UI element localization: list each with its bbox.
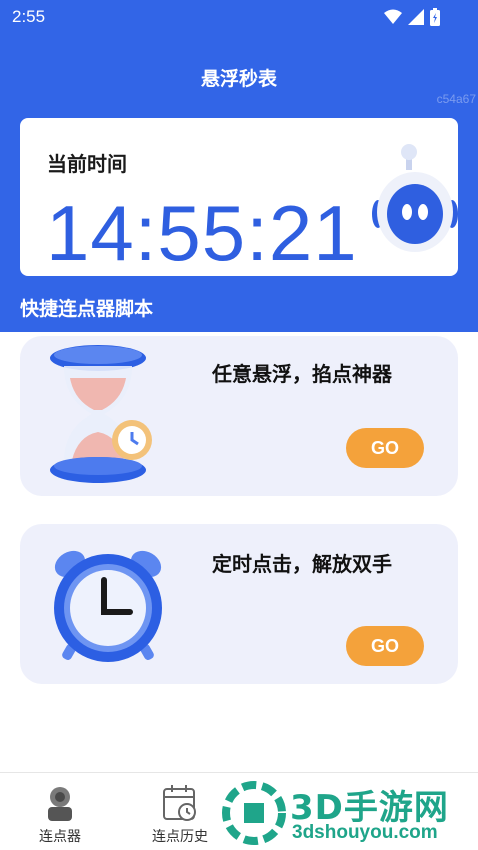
current-time-value: 14:55:21: [46, 189, 358, 277]
go-button[interactable]: GO: [346, 428, 424, 468]
alarm-clock-icon: [54, 550, 162, 662]
status-icons: [384, 7, 440, 27]
wifi-icon: [384, 9, 402, 24]
hourglass-icon: [50, 345, 152, 483]
nav-label: 连点器: [39, 829, 81, 845]
robot-mascot-icon: [372, 144, 458, 252]
nav-item-clicker[interactable]: 连点器: [20, 783, 100, 846]
nav-item-history[interactable]: 连点历史: [140, 783, 220, 846]
current-time-label: 当前时间: [47, 152, 127, 176]
feature-card-title: 任意悬浮，掐点神器: [212, 362, 392, 386]
calendar-history-icon: [163, 785, 196, 821]
feature-card-timed-click[interactable]: 定时点击，解放双手 GO: [20, 524, 458, 684]
status-bar: 2:55: [0, 0, 478, 34]
status-time: 2:55: [12, 7, 46, 26]
watermark-emblem-icon: [222, 781, 286, 845]
device-id: c54a67: [436, 92, 476, 106]
feature-card-title: 定时点击，解放双手: [212, 552, 392, 576]
app-title: 悬浮秒表: [200, 68, 277, 90]
watermark-url: 3dshouyou.com: [292, 822, 438, 843]
nav-label: 连点历史: [152, 829, 208, 845]
feature-card-floating[interactable]: 任意悬浮，掐点神器 GO: [20, 336, 458, 496]
watermark-logo: 3D手游网 3dshouyou.com: [222, 778, 476, 848]
battery-icon: [430, 8, 440, 26]
touch-icon: [48, 787, 72, 821]
section-title: 快捷连点器脚本: [20, 298, 154, 320]
signal-icon: [408, 9, 424, 25]
go-button[interactable]: GO: [346, 626, 424, 666]
